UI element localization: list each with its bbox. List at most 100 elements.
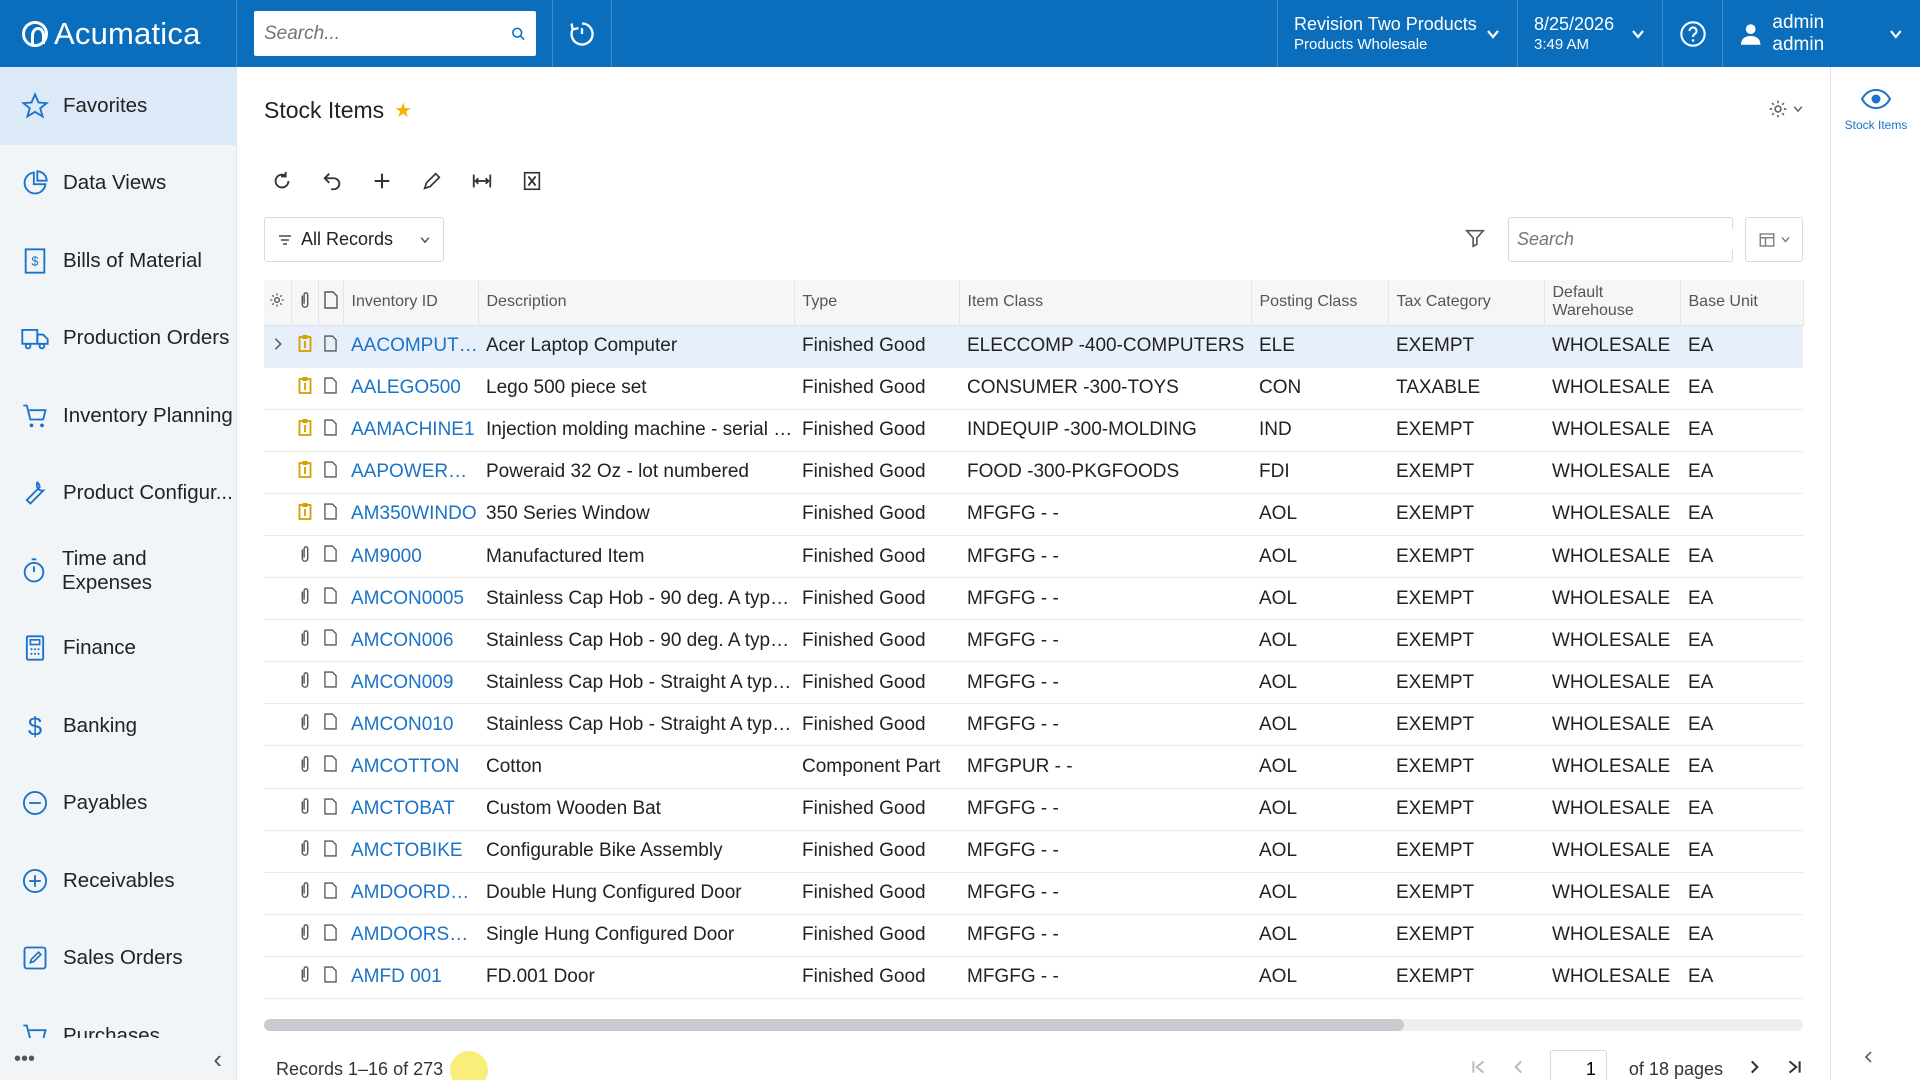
column-header-default-warehouse[interactable]: Default Warehouse bbox=[1544, 280, 1681, 326]
row-attachment-cell[interactable] bbox=[291, 661, 318, 705]
stock-items-view-button[interactable]: Stock Items bbox=[1831, 87, 1920, 132]
cell-inventory-id[interactable]: AALEGO500 bbox=[343, 367, 478, 410]
table-row[interactable]: AM9000 Manufactured Item Finished Good MFGF… bbox=[264, 535, 1803, 579]
row-notes-cell[interactable] bbox=[318, 325, 343, 368]
column-header-description[interactable]: Description bbox=[478, 280, 795, 326]
row-notes-cell[interactable] bbox=[318, 830, 343, 873]
cell-inventory-id[interactable]: AMFD 001 bbox=[343, 956, 478, 1000]
sidebar-item-favorites[interactable]: Favorites bbox=[0, 67, 236, 145]
sidebar-item-payables[interactable]: Payables bbox=[0, 765, 236, 843]
row-notes-cell[interactable] bbox=[318, 745, 343, 789]
cell-inventory-id[interactable]: AMDOORDH01 bbox=[343, 872, 478, 915]
cell-inventory-id[interactable]: AAPOWERAID bbox=[343, 451, 478, 494]
tenant-selector[interactable]: Revision Two Products Products Wholesale bbox=[1277, 0, 1518, 67]
column-header-tax-category[interactable]: Tax Category bbox=[1388, 280, 1545, 326]
sidebar-item-inventory-planning[interactable]: Inventory Planning bbox=[0, 377, 236, 455]
row-notes-cell[interactable] bbox=[318, 493, 343, 536]
cell-inventory-id[interactable]: AMCTOBAT bbox=[343, 788, 478, 831]
collapse-sidebar-button[interactable]: ‹ bbox=[213, 1044, 222, 1075]
attachments-header[interactable] bbox=[291, 280, 319, 326]
row-attachment-cell[interactable] bbox=[291, 325, 318, 368]
cell-inventory-id[interactable]: AMCON009 bbox=[343, 661, 478, 705]
row-attachment-cell[interactable] bbox=[291, 914, 318, 957]
table-row[interactable]: AMFD 001 FD.001 Door Finished Good MFGFG - … bbox=[264, 956, 1803, 1000]
sidebar-item-finance[interactable]: Finance bbox=[0, 610, 236, 688]
row-notes-cell[interactable] bbox=[318, 451, 343, 494]
row-attachment-cell[interactable] bbox=[291, 703, 318, 747]
table-row[interactable]: AMCTOBAT Custom Wooden Bat Finished Good MF… bbox=[264, 788, 1803, 831]
table-row[interactable]: AMCON009 Stainless Cap Hob - Straight A t… bbox=[264, 661, 1803, 705]
filter-selector[interactable]: All Records bbox=[264, 217, 444, 262]
sidebar-item-sales-orders[interactable]: Sales Orders bbox=[0, 920, 236, 998]
export-excel-button[interactable] bbox=[514, 163, 550, 199]
more-menu-button[interactable]: ••• bbox=[14, 1048, 35, 1071]
row-notes-cell[interactable] bbox=[318, 367, 343, 410]
table-row[interactable]: AAPOWERAID Poweraid 32 Oz - lot numbered F… bbox=[264, 451, 1803, 494]
cell-inventory-id[interactable]: AAMACHINE1 bbox=[343, 409, 478, 452]
table-row[interactable]: AAMACHINE1 Injection molding machine - se… bbox=[264, 409, 1803, 452]
notes-header[interactable] bbox=[318, 280, 344, 326]
row-attachment-cell[interactable] bbox=[291, 788, 318, 831]
column-config-button[interactable] bbox=[1745, 217, 1803, 262]
row-notes-cell[interactable] bbox=[318, 956, 343, 1000]
sidebar-item-product-configur[interactable]: Product Configur... bbox=[0, 455, 236, 533]
row-attachment-cell[interactable] bbox=[291, 409, 318, 452]
business-date-selector[interactable]: 8/25/2026 3:49 AM bbox=[1518, 0, 1663, 67]
cell-inventory-id[interactable]: AMCON0005 bbox=[343, 577, 478, 621]
grid-search-input[interactable] bbox=[1517, 229, 1751, 250]
row-notes-cell[interactable] bbox=[318, 619, 343, 663]
screen-settings-button[interactable] bbox=[1768, 99, 1804, 119]
table-row[interactable]: AACOMPUT01 Acer Laptop Computer Finished G… bbox=[264, 325, 1803, 368]
sidebar-item-data-views[interactable]: Data Views bbox=[0, 145, 236, 223]
table-row[interactable]: AMDOORDH01 Double Hung Configured Door Fin… bbox=[264, 872, 1803, 915]
column-header-posting-class[interactable]: Posting Class bbox=[1251, 280, 1389, 326]
scrollbar-thumb[interactable] bbox=[264, 1019, 1404, 1031]
user-menu[interactable]: admin admin bbox=[1723, 0, 1920, 67]
row-notes-cell[interactable] bbox=[318, 788, 343, 831]
table-row[interactable]: AMCOTTON Cotton Component Part MFGPUR - - AO… bbox=[264, 745, 1803, 789]
table-row[interactable]: AMCON006 Stainless Cap Hob - 90 deg. A ty… bbox=[264, 619, 1803, 663]
column-header-type[interactable]: Type bbox=[794, 280, 960, 326]
grid-search[interactable] bbox=[1508, 217, 1751, 262]
table-row[interactable]: AALEGO500 Lego 500 piece set Finished Good… bbox=[264, 367, 1803, 410]
column-header-inventory-id[interactable]: Inventory ID bbox=[343, 280, 479, 326]
row-notes-cell[interactable] bbox=[318, 661, 343, 705]
fit-to-screen-button[interactable] bbox=[464, 163, 500, 199]
row-attachment-cell[interactable] bbox=[291, 745, 318, 789]
row-attachment-cell[interactable] bbox=[291, 451, 318, 494]
row-attachment-cell[interactable] bbox=[291, 493, 318, 536]
add-record-button[interactable] bbox=[364, 163, 400, 199]
undo-button[interactable] bbox=[314, 163, 350, 199]
first-page-button[interactable] bbox=[1470, 1058, 1488, 1080]
row-attachment-cell[interactable] bbox=[291, 872, 318, 915]
cell-inventory-id[interactable]: AMCTOBIKE bbox=[343, 830, 478, 873]
horizontal-scrollbar[interactable] bbox=[264, 1019, 1803, 1031]
row-notes-cell[interactable] bbox=[318, 914, 343, 957]
cell-inventory-id[interactable]: AM350WINDO bbox=[343, 493, 478, 536]
row-notes-cell[interactable] bbox=[318, 535, 343, 579]
sidebar-item-time-and-expenses[interactable]: Time and Expenses bbox=[0, 532, 236, 610]
row-notes-cell[interactable] bbox=[318, 703, 343, 747]
sidebar-item-receivables[interactable]: Receivables bbox=[0, 842, 236, 920]
last-page-button[interactable] bbox=[1785, 1058, 1803, 1080]
sidebar-item-banking[interactable]: $ Banking bbox=[0, 687, 236, 765]
table-row[interactable]: AMCON010 Stainless Cap Hob - Straight A t… bbox=[264, 703, 1803, 747]
table-row[interactable]: AMCTOBIKE Configurable Bike Assembly Finis… bbox=[264, 830, 1803, 873]
recent-history-button[interactable] bbox=[552, 0, 612, 67]
search-icon[interactable] bbox=[511, 23, 526, 45]
cell-inventory-id[interactable]: AACOMPUT01 bbox=[343, 325, 478, 368]
help-button[interactable] bbox=[1663, 0, 1723, 67]
row-attachment-cell[interactable] bbox=[291, 577, 318, 621]
grid-settings-header[interactable] bbox=[264, 280, 292, 326]
previous-page-button[interactable] bbox=[1510, 1058, 1528, 1080]
logo[interactable]: Acumatica bbox=[0, 0, 237, 67]
sidebar-item-production-orders[interactable]: Production Orders bbox=[0, 300, 236, 378]
table-row[interactable]: AMDOORSH01 Single Hung Configured Door Fin… bbox=[264, 914, 1803, 957]
row-notes-cell[interactable] bbox=[318, 409, 343, 452]
table-row[interactable]: AMCON0005 Stainless Cap Hob - 90 deg. A t… bbox=[264, 577, 1803, 621]
row-attachment-cell[interactable] bbox=[291, 535, 318, 579]
row-notes-cell[interactable] bbox=[318, 872, 343, 915]
edit-record-button[interactable] bbox=[414, 163, 450, 199]
cell-inventory-id[interactable]: AM9000 bbox=[343, 535, 478, 579]
cell-inventory-id[interactable]: AMCOTTON bbox=[343, 745, 478, 789]
